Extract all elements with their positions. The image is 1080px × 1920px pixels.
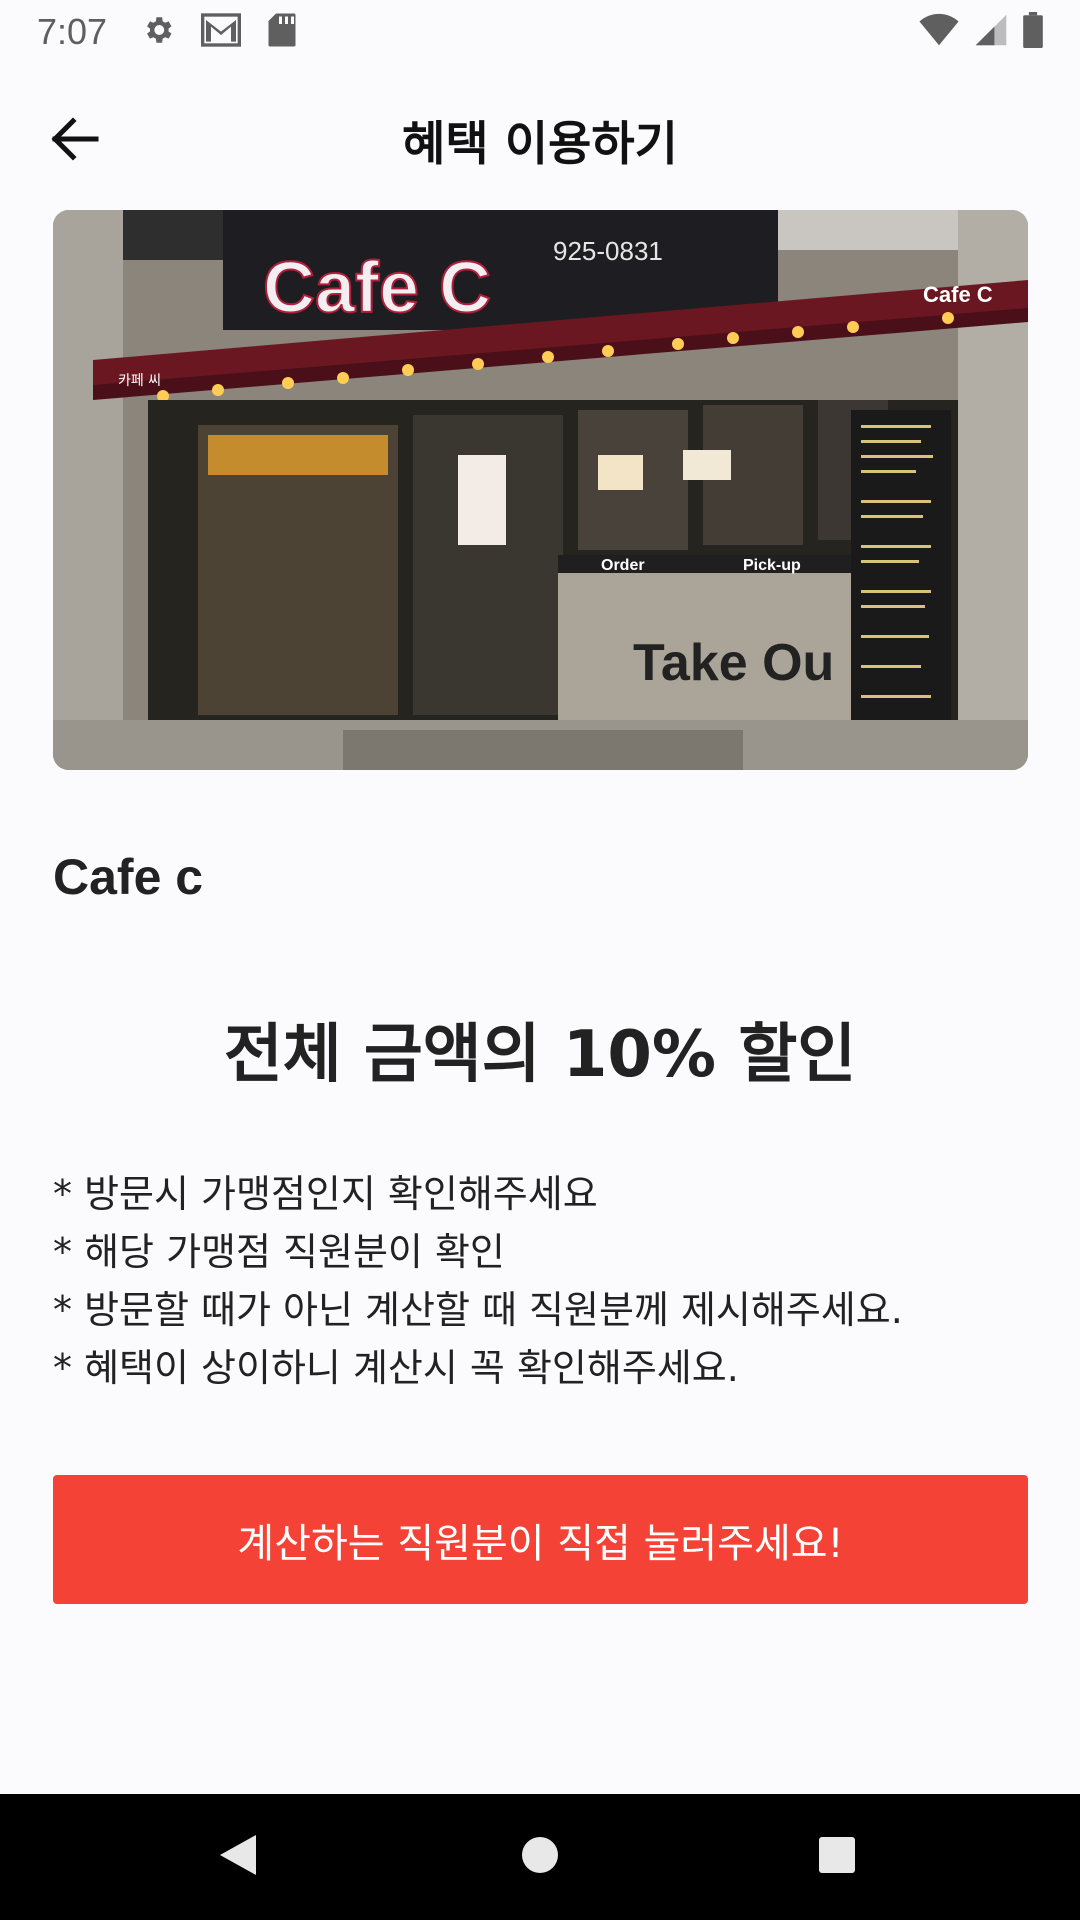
signal-icon	[974, 13, 1008, 51]
note-item: * 혜택이 상이하니 계산시 꼭 확인해주세요.	[53, 1346, 739, 1390]
app-bar: 혜택 이용하기	[0, 63, 1080, 210]
note-item: * 방문할 때가 아닌 계산할 때 직원분께 제시해주세요.	[53, 1288, 903, 1332]
nav-back-button[interactable]	[188, 1807, 288, 1907]
page-title: 혜택 이용하기	[402, 117, 678, 172]
gmail-icon	[201, 12, 242, 51]
navigation-bar	[0, 1794, 1080, 1920]
nav-recents-button[interactable]	[787, 1807, 887, 1907]
staff-confirm-label: 계산하는 직원분이 직접 눌러주세요!	[237, 1520, 844, 1567]
discount-headline: 전체 금액의 10% 할인	[223, 1018, 857, 1092]
status-time: 7:07	[37, 10, 108, 52]
status-bar: 7:07	[0, 0, 1080, 63]
back-triangle-icon	[216, 1831, 260, 1883]
cafe-sign-text: Cafe C	[263, 248, 491, 328]
note-item: * 방문시 가맹점인지 확인해주세요	[53, 1172, 598, 1216]
home-circle-icon	[520, 1835, 560, 1879]
awning-text: Cafe C	[923, 282, 993, 307]
store-photo: Cafe C 925-0831 Cafe C 카페 씨 Order Pick-u	[53, 210, 1028, 770]
settings-icon	[141, 13, 175, 51]
notes-list: * 방문시 가맹점인지 확인해주세요 * 해당 가맹점 직원분이 확인 * 방문…	[53, 1165, 1033, 1397]
phone-number-text: 925-0831	[553, 236, 663, 266]
battery-icon	[1022, 11, 1044, 52]
nav-home-button[interactable]	[490, 1807, 590, 1907]
staff-confirm-button[interactable]: 계산하는 직원분이 직접 눌러주세요!	[53, 1475, 1028, 1604]
store-name: Cafe c	[53, 849, 204, 905]
pickup-label: Pick-up	[743, 557, 801, 574]
status-right	[918, 11, 1080, 52]
order-label: Order	[601, 557, 645, 574]
note-item: * 해당 가맹점 직원분이 확인	[53, 1230, 505, 1274]
takeout-text: Take Ou	[633, 634, 834, 692]
korean-sign-text: 카페 씨	[118, 373, 161, 389]
wifi-icon	[918, 13, 960, 51]
sd-card-icon	[267, 12, 297, 52]
recents-square-icon	[817, 1835, 857, 1879]
status-left: 7:07	[0, 11, 297, 53]
